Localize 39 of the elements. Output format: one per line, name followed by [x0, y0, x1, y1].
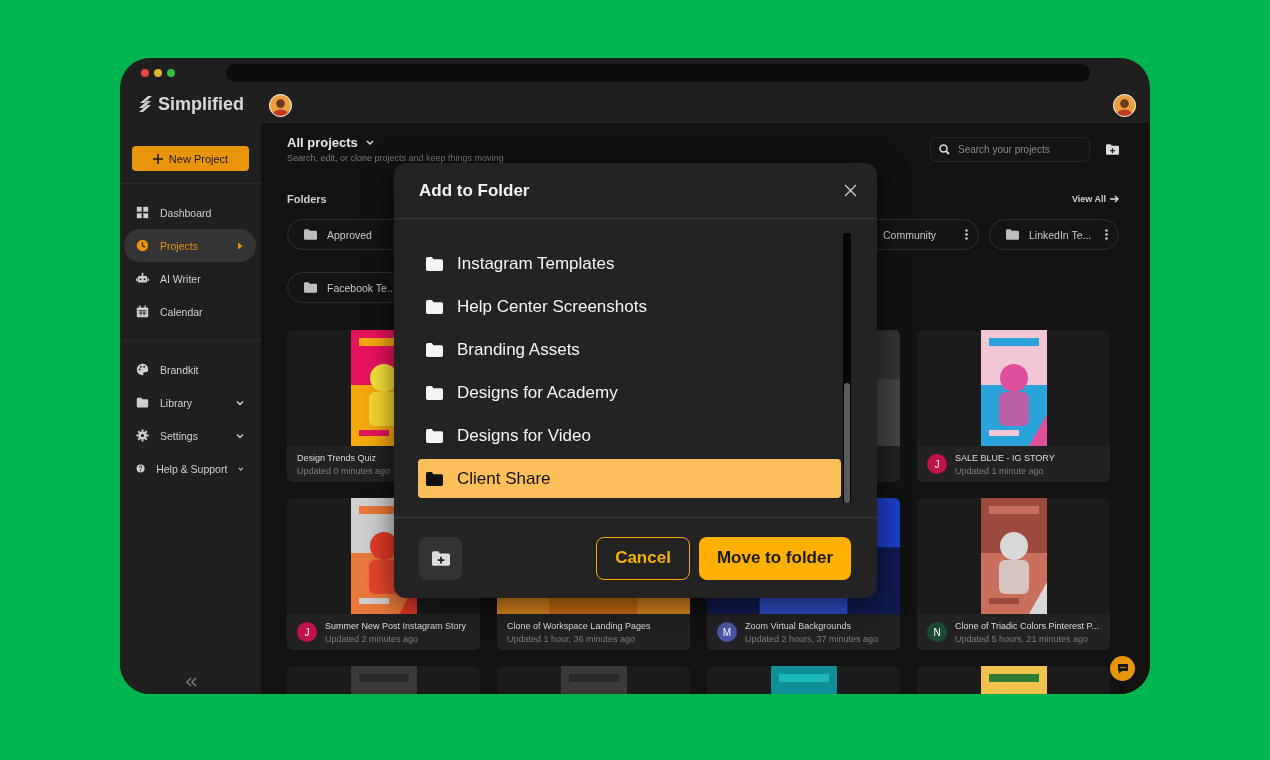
- page-title[interactable]: All projects: [287, 135, 358, 150]
- section-title: Folders: [287, 193, 327, 205]
- project-card[interactable]: J SALE BLUE - IG STORY Updated 1 minute ago: [917, 330, 1110, 482]
- dialog-title: Add to Folder: [419, 180, 530, 201]
- updated-time: Updated 0 minutes ago: [297, 465, 391, 476]
- new-project-button[interactable]: New Project: [132, 146, 249, 171]
- cancel-button[interactable]: Cancel: [596, 536, 690, 580]
- sidebar-item[interactable]: Library: [124, 386, 256, 419]
- updated-time: Updated 1 hour, 36 minutes ago: [507, 633, 637, 644]
- search-field[interactable]: Search your projects: [930, 137, 1090, 162]
- updated-time: Updated 1 minute ago: [955, 465, 1045, 476]
- sidebar-item[interactable]: Calendar: [124, 295, 256, 328]
- project-title: SALE BLUE - IG STORY: [955, 452, 1055, 463]
- folder-option[interactable]: Client Share: [418, 459, 841, 498]
- project-title: Zoom Virtual Backgrounds: [745, 620, 852, 631]
- view-all-link[interactable]: View All: [1072, 194, 1119, 204]
- updated-time: Updated 5 hours, 21 minutes ago: [955, 633, 1090, 644]
- avatar: J: [297, 622, 317, 642]
- avatar: M: [717, 622, 737, 642]
- project-card[interactable]: N Clone of Triadic Colors Pinterest P... Updated 5 hours, 21 minutes ago: [917, 498, 1110, 650]
- sidebar-item[interactable]: Settings: [124, 419, 256, 452]
- project-title: Design Trends Quiz: [297, 452, 378, 463]
- project-title: Clone of Workspace Landing Pages: [507, 620, 651, 631]
- logo-text: Simplified: [158, 93, 244, 115]
- avatar: N: [927, 622, 947, 642]
- sidebar-item[interactable]: Dashboard: [124, 196, 256, 229]
- project-title: Summer New Post Instagram Story: [325, 620, 467, 631]
- project-title: Clone of Triadic Colors Pinterest P...: [955, 620, 1099, 631]
- avatar: J: [927, 454, 947, 474]
- updated-time: Updated 2 hours, 37 minutes ago: [745, 633, 879, 644]
- updated-time: Updated 2 minutes ago: [325, 633, 420, 644]
- move-to-folder-button[interactable]: Move to folder: [699, 536, 851, 580]
- page-subtitle: Search, edit, or clone projects and keep things moving: [287, 153, 504, 163]
- sidebar-item[interactable]: AI Writer: [124, 262, 256, 295]
- folder-option[interactable]: Help Center Screenshots: [418, 287, 841, 326]
- sidebar-item[interactable]: Brandkit: [124, 353, 256, 386]
- folder-chip[interactable]: LinkedIn Te...: [989, 219, 1119, 250]
- sidebar-item[interactable]: Projects: [124, 229, 256, 262]
- sidebar-item[interactable]: Help & Support: [124, 452, 256, 485]
